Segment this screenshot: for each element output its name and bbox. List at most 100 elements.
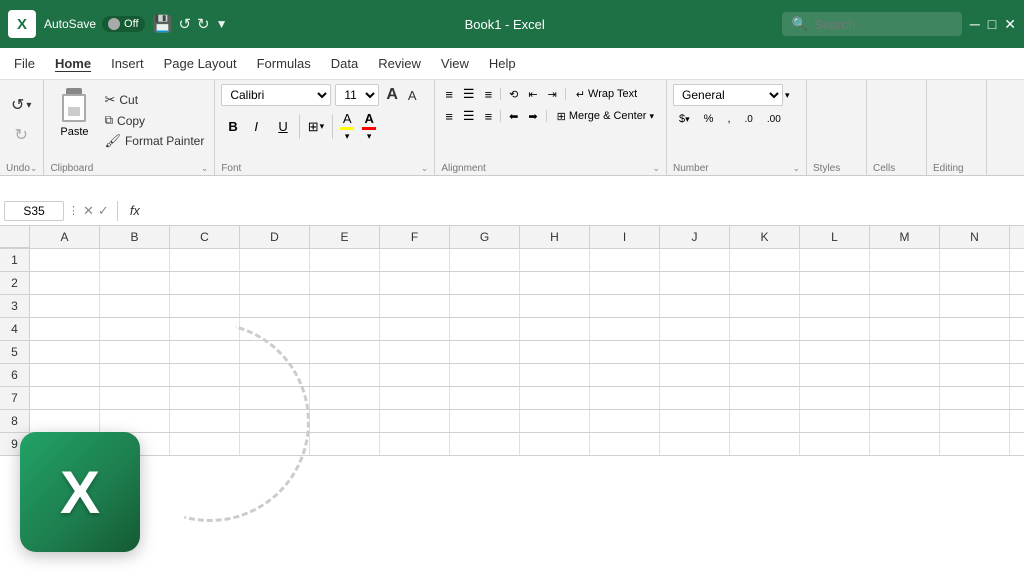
copy-button[interactable]: ⧉ Copy	[100, 111, 208, 130]
align-top-button[interactable]: ≡	[441, 85, 457, 104]
indent-decrease-button[interactable]: ⇤	[524, 86, 541, 103]
cell-f1[interactable]	[380, 249, 450, 271]
cell-a4[interactable]	[30, 318, 100, 340]
menu-item-insert[interactable]: Insert	[101, 52, 154, 75]
menu-item-view[interactable]: View	[431, 52, 479, 75]
cell-h2[interactable]	[520, 272, 590, 294]
minimize-icon[interactable]: ─	[970, 16, 980, 33]
autosave-toggle[interactable]: Off	[102, 16, 144, 32]
confirm-icon[interactable]: ✓	[98, 203, 109, 219]
cell-n2[interactable]	[940, 272, 1010, 294]
currency-button[interactable]: $▾	[673, 110, 696, 128]
menu-item-file[interactable]: File	[4, 52, 45, 75]
cell-c2[interactable]	[170, 272, 240, 294]
menu-item-formulas[interactable]: Formulas	[247, 52, 321, 75]
cell-l3[interactable]	[800, 295, 870, 317]
cell-j2[interactable]	[660, 272, 730, 294]
row-header-4[interactable]: 4	[0, 318, 30, 340]
text-direction-button[interactable]: ⟲	[505, 86, 522, 103]
number-expand-icon[interactable]: ⌄	[792, 163, 800, 174]
cell-h1[interactable]	[520, 249, 590, 271]
cell-b1[interactable]	[100, 249, 170, 271]
increase-indent-button[interactable]: ➡	[524, 108, 541, 125]
cell-b2[interactable]	[100, 272, 170, 294]
cell-d2[interactable]	[240, 272, 310, 294]
cell-c1[interactable]	[170, 249, 240, 271]
cell-j4[interactable]	[660, 318, 730, 340]
maximize-icon[interactable]: □	[988, 16, 996, 33]
cell-n5[interactable]	[940, 341, 1010, 363]
cell-g5[interactable]	[450, 341, 520, 363]
cell-f4[interactable]	[380, 318, 450, 340]
text-align-center-button[interactable]: ☰	[459, 106, 479, 126]
col-header-h[interactable]: H	[520, 226, 590, 248]
undo-button[interactable]: ↺▾	[6, 92, 36, 118]
search-input[interactable]	[814, 17, 944, 32]
col-header-m[interactable]: M	[870, 226, 940, 248]
comma-button[interactable]: ,	[721, 110, 736, 128]
cell-e4[interactable]	[310, 318, 380, 340]
cell-f3[interactable]	[380, 295, 450, 317]
row-header-3[interactable]: 3	[0, 295, 30, 317]
cell-f2[interactable]	[380, 272, 450, 294]
cell-k4[interactable]	[730, 318, 800, 340]
cell-g1[interactable]	[450, 249, 520, 271]
menu-item-data[interactable]: Data	[321, 52, 368, 75]
bold-button[interactable]: B	[221, 116, 245, 137]
save-icon[interactable]: 💾	[153, 14, 173, 34]
cell-j5[interactable]	[660, 341, 730, 363]
search-box[interactable]: 🔍	[782, 12, 962, 36]
underline-button[interactable]: U	[271, 116, 294, 137]
cell-options-icon[interactable]: ⋮	[68, 204, 79, 217]
font-size-select[interactable]: 11	[335, 84, 379, 106]
cell-l5[interactable]	[800, 341, 870, 363]
decimal-inc-button[interactable]: .0	[739, 110, 759, 128]
menu-item-pagelayout[interactable]: Page Layout	[154, 52, 247, 75]
cell-l2[interactable]	[800, 272, 870, 294]
text-align-left-button[interactable]: ≡	[441, 107, 457, 126]
cell-j3[interactable]	[660, 295, 730, 317]
cell-a2[interactable]	[30, 272, 100, 294]
row-header-5[interactable]: 5	[0, 341, 30, 363]
cell-n1[interactable]	[940, 249, 1010, 271]
cell-l1[interactable]	[800, 249, 870, 271]
cell-h3[interactable]	[520, 295, 590, 317]
number-format-select[interactable]: General	[673, 84, 783, 106]
cell-k5[interactable]	[730, 341, 800, 363]
col-header-f[interactable]: F	[380, 226, 450, 248]
redo-icon-title[interactable]: ↻	[197, 15, 210, 33]
menu-item-home[interactable]: Home	[45, 52, 101, 75]
cell-m3[interactable]	[870, 295, 940, 317]
formula-input[interactable]	[148, 201, 1020, 220]
col-header-e[interactable]: E	[310, 226, 380, 248]
col-header-c[interactable]: C	[170, 226, 240, 248]
font-shrink-button[interactable]: A	[405, 87, 420, 104]
align-middle-button[interactable]: ☰	[459, 84, 479, 104]
menu-item-review[interactable]: Review	[368, 52, 431, 75]
cell-d3[interactable]	[240, 295, 310, 317]
font-expand-icon[interactable]: ⌄	[421, 163, 429, 174]
cancel-icon[interactable]: ✕	[83, 203, 94, 219]
col-header-j[interactable]: J	[660, 226, 730, 248]
cell-m5[interactable]	[870, 341, 940, 363]
col-header-l[interactable]: L	[800, 226, 870, 248]
cell-g2[interactable]	[450, 272, 520, 294]
undo-icon-title[interactable]: ↺	[178, 15, 191, 33]
col-header-a[interactable]: A	[30, 226, 100, 248]
col-header-g[interactable]: G	[450, 226, 520, 248]
cell-n3[interactable]	[940, 295, 1010, 317]
cell-k2[interactable]	[730, 272, 800, 294]
align-bottom-button[interactable]: ≡	[481, 85, 497, 104]
cell-e2[interactable]	[310, 272, 380, 294]
cell-h4[interactable]	[520, 318, 590, 340]
cell-e3[interactable]	[310, 295, 380, 317]
cell-d1[interactable]	[240, 249, 310, 271]
undo-expand-icon[interactable]: ⌄	[30, 163, 38, 174]
font-color-button[interactable]: A ▾	[359, 110, 379, 143]
select-all-button[interactable]	[0, 226, 30, 248]
italic-button[interactable]: I	[247, 116, 269, 137]
col-header-k[interactable]: K	[730, 226, 800, 248]
cell-k3[interactable]	[730, 295, 800, 317]
col-header-b[interactable]: B	[100, 226, 170, 248]
close-icon[interactable]: ✕	[1004, 16, 1016, 33]
